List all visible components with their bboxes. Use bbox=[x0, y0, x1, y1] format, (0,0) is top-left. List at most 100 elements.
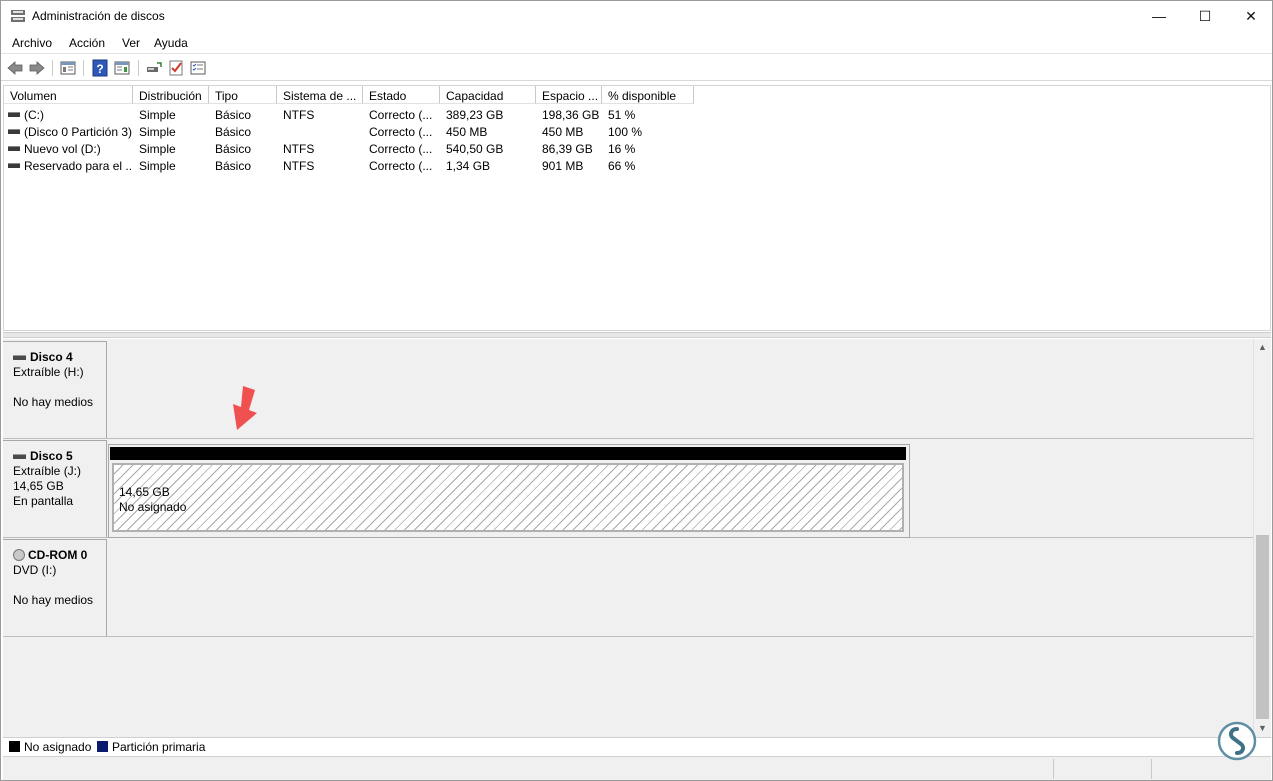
cell-free-space: 450 MB bbox=[542, 125, 584, 139]
disk-status: En pantalla bbox=[13, 494, 74, 508]
menu-ver[interactable]: Ver bbox=[122, 36, 140, 50]
cell-free-space: 901 MB bbox=[542, 159, 584, 173]
menu-archivo[interactable]: Archivo bbox=[12, 36, 52, 50]
cell-capacity: 389,23 GB bbox=[446, 108, 504, 122]
cell-percent-free: 100 % bbox=[608, 125, 643, 139]
legend-swatch-unallocated bbox=[9, 741, 20, 752]
cell-free-space: 198,36 GB bbox=[542, 108, 600, 122]
disk-size bbox=[13, 578, 106, 593]
disk-map-area: Disco 4 Extraíble (H:) No hay medios Dis… bbox=[3, 339, 1271, 737]
cell-filesystem bbox=[283, 123, 363, 140]
back-arrow-icon[interactable] bbox=[6, 59, 24, 77]
disk-size bbox=[13, 380, 106, 395]
cell-type: Básico bbox=[215, 125, 252, 139]
disk-content-cd-rom-0 bbox=[108, 539, 1253, 636]
close-button[interactable]: ✕ bbox=[1228, 1, 1273, 31]
legend-label-primary: Partición primaria bbox=[112, 740, 206, 754]
cell-status: Correcto (... bbox=[369, 125, 433, 139]
pane-splitter[interactable] bbox=[3, 332, 1271, 338]
legend-swatch-primary bbox=[97, 741, 108, 752]
column-header-espacio[interactable]: Espacio ... bbox=[536, 86, 602, 104]
column-header-capacidad[interactable]: Capacidad bbox=[440, 86, 536, 104]
cell-layout: Simple bbox=[139, 108, 176, 122]
cell-layout: Simple bbox=[139, 159, 176, 173]
cell-percent-free: 51 % bbox=[608, 108, 636, 122]
cell-free-space: 86,39 GB bbox=[542, 142, 593, 156]
disk-label-disco-4[interactable]: Disco 4 Extraíble (H:) No hay medios bbox=[3, 341, 107, 438]
show-hide-console-tree-icon[interactable] bbox=[59, 59, 77, 77]
disk-type: Extraíble (J:) bbox=[13, 464, 82, 478]
disk-drive-icon bbox=[13, 454, 26, 460]
unallocated-hatched-area[interactable]: 14,65 GB No asignado bbox=[112, 463, 904, 532]
status-separator bbox=[1151, 759, 1152, 779]
legend: No asignado Partición primaria bbox=[3, 737, 1271, 755]
partition-info: 14,65 GB No asignado bbox=[119, 485, 186, 515]
properties-list-icon[interactable] bbox=[189, 59, 207, 77]
cell-type: Básico bbox=[215, 159, 252, 173]
menu-ayuda[interactable]: Ayuda bbox=[154, 36, 188, 50]
disk-name: Disco 5 bbox=[30, 449, 73, 463]
cell-status: Correcto (... bbox=[369, 159, 433, 173]
cell-layout: Simple bbox=[139, 125, 176, 139]
site-logo-watermark bbox=[1217, 721, 1257, 761]
column-header-estado[interactable]: Estado bbox=[363, 86, 440, 104]
scroll-up-arrow-icon[interactable]: ▲ bbox=[1254, 339, 1271, 356]
column-header-tipo[interactable]: Tipo bbox=[209, 86, 277, 104]
cell-percent-free: 66 % bbox=[608, 159, 636, 173]
cell-filesystem: NTFS bbox=[283, 142, 315, 156]
toolbar-separator bbox=[52, 60, 53, 76]
menu-accion[interactable]: Acción bbox=[69, 36, 105, 50]
connect-drive-icon[interactable] bbox=[145, 59, 163, 77]
disk-name: CD-ROM 0 bbox=[28, 548, 88, 562]
status-separator bbox=[1053, 759, 1054, 779]
disk-type: DVD (I:) bbox=[13, 563, 57, 577]
annotation-arrow-icon bbox=[233, 386, 257, 430]
unallocated-color-bar bbox=[110, 447, 906, 460]
minimize-button[interactable]: — bbox=[1136, 1, 1182, 31]
column-header-distribucion[interactable]: Distribución bbox=[133, 86, 209, 104]
volume-drive-icon bbox=[8, 146, 20, 151]
column-header-sistema[interactable]: Sistema de ... bbox=[277, 86, 363, 104]
volume-list[interactable]: Volumen Distribución Tipo Sistema de ...… bbox=[3, 85, 1271, 331]
check-icon[interactable] bbox=[167, 59, 185, 77]
disk-row-disco-5: Disco 5 Extraíble (J:) 14,65 GB En panta… bbox=[3, 440, 1253, 538]
disk-label-cd-rom-0[interactable]: CD-ROM 0 DVD (I:) No hay medios bbox=[3, 539, 107, 636]
column-header-volumen[interactable]: Volumen bbox=[4, 86, 133, 104]
unallocated-partition[interactable]: 14,65 GB No asignado bbox=[108, 444, 910, 538]
cell-status: Correcto (... bbox=[369, 142, 433, 156]
forward-arrow-icon[interactable] bbox=[28, 59, 46, 77]
disk-row-cd-rom-0: CD-ROM 0 DVD (I:) No hay medios bbox=[3, 539, 1253, 637]
cell-capacity: 540,50 GB bbox=[446, 142, 504, 156]
help-icon[interactable]: ? bbox=[91, 59, 109, 77]
window-title: Administración de discos bbox=[32, 9, 165, 23]
svg-text:?: ? bbox=[96, 62, 103, 76]
disk-status: No hay medios bbox=[13, 395, 94, 409]
cell-filesystem: NTFS bbox=[283, 159, 315, 173]
maximize-button[interactable]: ☐ bbox=[1182, 1, 1228, 31]
disk-name: Disco 4 bbox=[30, 350, 73, 364]
cell-volume: (C:) bbox=[24, 108, 44, 122]
disk-content-disco-4 bbox=[108, 341, 1253, 438]
cell-type: Básico bbox=[215, 108, 252, 122]
volume-drive-icon bbox=[8, 163, 20, 168]
legend-label-unallocated: No asignado bbox=[24, 740, 92, 754]
disk-label-disco-5[interactable]: Disco 5 Extraíble (J:) 14,65 GB En panta… bbox=[3, 440, 107, 537]
volume-drive-icon bbox=[8, 112, 20, 117]
disk-type: Extraíble (H:) bbox=[13, 365, 84, 379]
disk-drive-icon bbox=[13, 355, 26, 361]
cell-capacity: 450 MB bbox=[446, 125, 488, 139]
cell-volume: (Disco 0 Partición 3) bbox=[24, 125, 132, 139]
cell-filesystem: NTFS bbox=[283, 108, 315, 122]
title-bar: Administración de discos — ☐ ✕ bbox=[1, 1, 1272, 31]
disk-size: 14,65 GB bbox=[13, 479, 64, 493]
toolbar-separator bbox=[83, 60, 84, 76]
toolbar-separator bbox=[138, 60, 139, 76]
volume-drive-icon bbox=[8, 129, 20, 134]
scroll-thumb[interactable] bbox=[1256, 535, 1269, 719]
menu-bar: Archivo Acción Ver Ayuda bbox=[1, 31, 1272, 54]
column-header-porcentaje[interactable]: % disponible bbox=[602, 86, 694, 104]
disk-map-scrollbar[interactable]: ▲ ▼ bbox=[1253, 339, 1270, 737]
cell-percent-free: 16 % bbox=[608, 142, 636, 156]
show-hide-action-pane-icon[interactable] bbox=[113, 59, 131, 77]
cell-capacity: 1,34 GB bbox=[446, 159, 491, 173]
